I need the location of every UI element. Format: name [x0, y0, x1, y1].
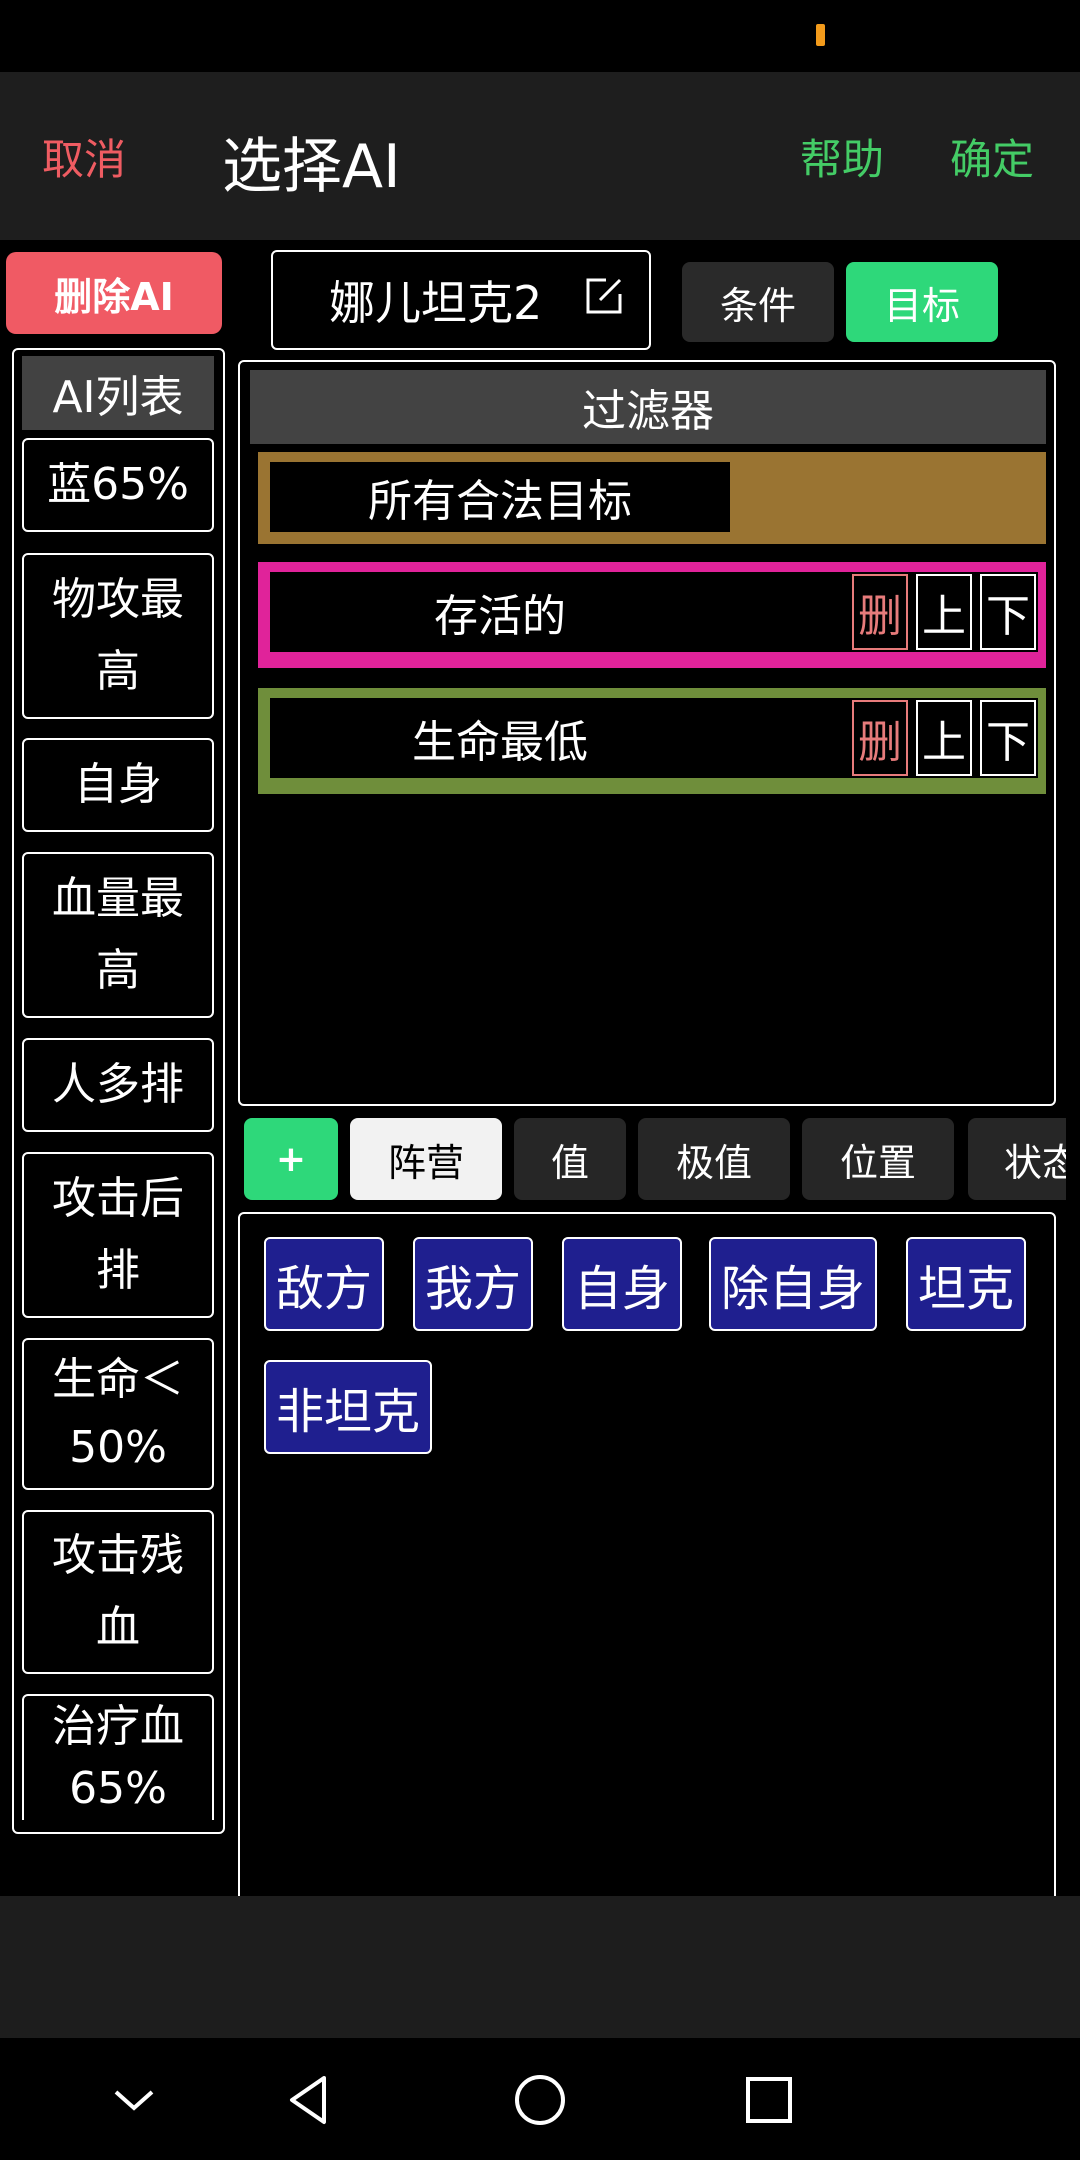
category-tab-position[interactable]: 位置 — [802, 1118, 954, 1200]
delete-filter-button[interactable]: 删 — [852, 700, 908, 776]
move-up-button[interactable]: 上 — [916, 700, 972, 776]
filter-label: 存活的 — [270, 572, 730, 652]
ai-list-item[interactable]: 攻击残 血 — [22, 1510, 214, 1674]
confirm-button[interactable]: 确定 — [950, 126, 1034, 187]
ai-list-item[interactable]: 自身 — [22, 738, 214, 832]
delete-ai-button[interactable]: 删除AI — [6, 252, 222, 334]
header-bar — [0, 72, 1080, 240]
bottom-strip — [0, 1896, 1080, 2038]
option-ally[interactable]: 我方 — [413, 1237, 533, 1331]
tab-condition[interactable]: 条件 — [682, 262, 834, 342]
recents-icon[interactable] — [744, 2070, 794, 2130]
filter-label: 所有合法目标 — [270, 462, 730, 532]
filter-row[interactable]: 所有合法目标 — [258, 452, 1046, 544]
ai-list-item[interactable]: 蓝65% — [22, 438, 214, 532]
category-tab-faction[interactable]: 阵营 — [350, 1118, 502, 1200]
help-button[interactable]: 帮助 — [800, 126, 884, 187]
ai-list-item[interactable]: 物攻最 高 — [22, 553, 214, 719]
ai-list-item[interactable]: 血量最 高 — [22, 852, 214, 1018]
tab-target[interactable]: 目标 — [846, 262, 998, 342]
filter-row[interactable]: 生命最低 删 上 下 — [258, 688, 1046, 794]
battery-icon — [816, 24, 825, 46]
cancel-button[interactable]: 取消 — [42, 126, 126, 187]
category-tab-extreme[interactable]: 极值 — [638, 1118, 790, 1200]
option-tank[interactable]: 坦克 — [906, 1237, 1026, 1331]
filter-label: 生命最低 — [270, 698, 730, 778]
ai-list-item[interactable]: 人多排 — [22, 1038, 214, 1132]
filter-row[interactable]: 存活的 删 上 下 — [258, 562, 1046, 668]
chevron-down-icon[interactable] — [112, 2070, 156, 2130]
status-bar — [0, 0, 1080, 72]
page-title: 选择AI — [222, 132, 401, 202]
add-filter-button[interactable]: + — [244, 1118, 338, 1200]
ai-name-text: 娜儿坦克2 — [329, 276, 543, 330]
move-down-button[interactable]: 下 — [980, 700, 1036, 776]
ai-list-header: AI列表 — [22, 356, 214, 430]
filter-title: 过滤器 — [250, 370, 1046, 444]
move-down-button[interactable]: 下 — [980, 574, 1036, 650]
category-tab-status[interactable]: 状态 — [968, 1118, 1066, 1200]
category-tab-value[interactable]: 值 — [514, 1118, 626, 1200]
option-non-tank[interactable]: 非坦克 — [264, 1360, 432, 1454]
ai-list-item[interactable]: 攻击后 排 — [22, 1152, 214, 1318]
option-except-self[interactable]: 除自身 — [709, 1237, 877, 1331]
edit-icon[interactable] — [582, 274, 626, 318]
ai-list-item[interactable]: 生命＜ 50% — [22, 1338, 214, 1490]
option-enemy[interactable]: 敌方 — [264, 1237, 384, 1331]
ai-list-item[interactable]: 治疗血 65% — [22, 1694, 214, 1820]
option-self[interactable]: 自身 — [562, 1237, 682, 1331]
move-up-button[interactable]: 上 — [916, 574, 972, 650]
home-icon[interactable] — [512, 2070, 568, 2130]
back-icon[interactable] — [284, 2070, 334, 2130]
delete-filter-button[interactable]: 删 — [852, 574, 908, 650]
